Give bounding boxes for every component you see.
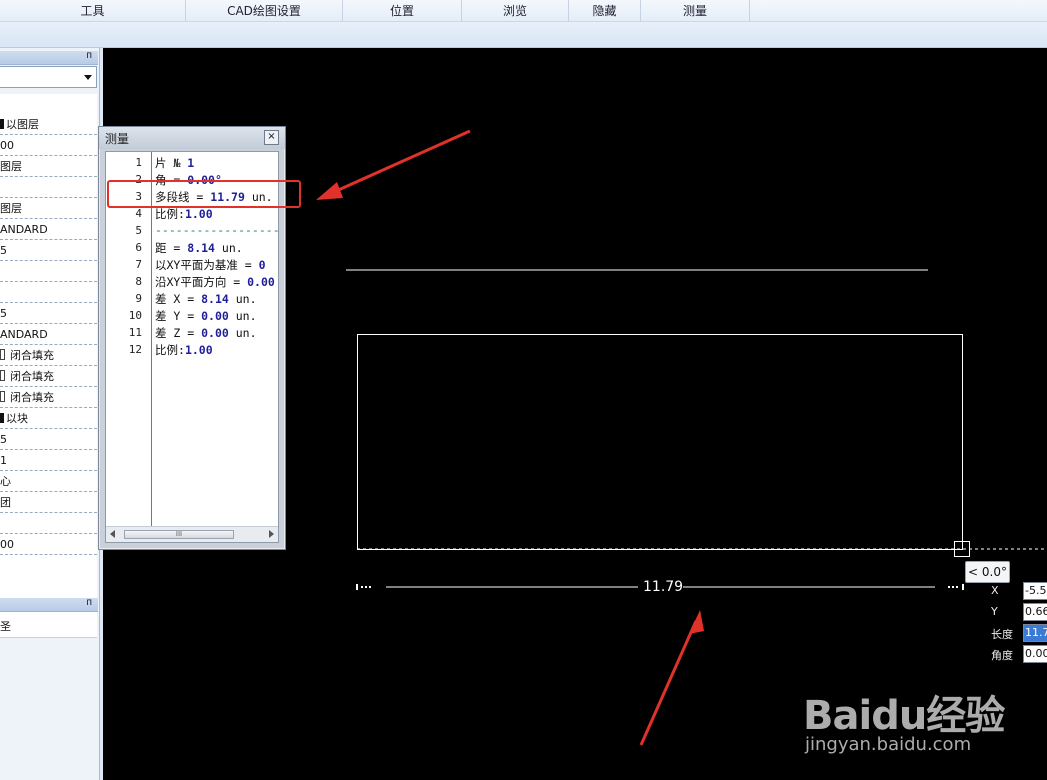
rectangle-polyline[interactable] — [357, 334, 963, 550]
result-line: 差 Z = 0.00 un. — [155, 326, 257, 340]
list-item[interactable]: 闭合填充 — [0, 387, 97, 408]
tab-tools[interactable]: 工具 — [0, 0, 186, 22]
line-number: 11 — [128, 326, 142, 339]
object-type-dropdown[interactable] — [0, 66, 97, 88]
result-line: 以XY平面为基准 = 0 — [155, 258, 266, 272]
list-item[interactable] — [0, 261, 97, 282]
list-item[interactable]: 闭合填充 — [0, 345, 97, 366]
result-line: 片 № 1 — [155, 156, 195, 170]
list-item[interactable]: 5 — [0, 429, 97, 450]
list-item[interactable]: 以块 — [0, 408, 97, 429]
coord-label-length: 长度 — [991, 628, 1013, 641]
list-item[interactable]: ANDARD — [0, 324, 97, 345]
line-number: 7 — [135, 258, 142, 271]
result-divider: ---------------------- — [155, 223, 279, 237]
list-item[interactable] — [0, 177, 97, 198]
list-item[interactable]: 1 — [0, 450, 97, 471]
list-item[interactable]: 5 — [0, 303, 97, 324]
line-number: 10 — [128, 309, 142, 322]
secondary-panel-item[interactable]: 圣 — [0, 616, 97, 638]
result-line: 比例:1.00 — [155, 207, 213, 221]
list-item[interactable] — [0, 513, 97, 534]
list-item[interactable]: ANDARD — [0, 219, 97, 240]
list-item[interactable]: 00 — [0, 135, 97, 156]
result-line: 差 Y = 0.00 un. — [155, 309, 257, 323]
line-number: 5 — [135, 224, 142, 237]
cad-application-window: 工具 CAD绘图设置 位置 浏览 隐藏 测量 ᴨ 以图层 00 图层 图层 AN… — [0, 0, 1047, 780]
properties-panel: ᴨ 以图层 00 图层 图层 ANDARD 5 5 ANDARD 闭合填充 闭合… — [0, 48, 100, 780]
line-number: 1 — [135, 156, 142, 169]
annotation-arrow-line — [639, 620, 698, 746]
scroll-right-icon[interactable] — [269, 530, 274, 538]
coord-label-angle: 角度 — [991, 649, 1013, 662]
coord-input-y[interactable]: 0.66 — [1023, 603, 1047, 621]
tab-measure[interactable]: 测量 — [641, 0, 750, 22]
line-number: 6 — [135, 241, 142, 254]
list-item[interactable]: 团 — [0, 492, 97, 513]
list-item[interactable]: 图层 — [0, 198, 97, 219]
list-item[interactable]: 以图层 — [0, 114, 97, 135]
list-item[interactable] — [0, 282, 97, 303]
measure-results-list[interactable]: 1 2 3 4 5 6 7 8 9 10 11 12 片 № 1 角 = 0.0… — [105, 151, 279, 543]
line-number: 8 — [135, 275, 142, 288]
ribbon-toolbar-strip — [0, 22, 1047, 48]
line-number-gutter: 1 2 3 4 5 6 7 8 9 10 11 12 — [106, 152, 152, 526]
annotation-arrowhead — [316, 182, 343, 200]
watermark-logo: Baidu经验 — [803, 693, 1005, 739]
tab-browse[interactable]: 浏览 — [462, 0, 569, 22]
coord-input-angle[interactable]: 0.00 — [1023, 645, 1047, 663]
chevron-down-icon[interactable] — [84, 75, 92, 80]
coord-input-x[interactable]: -5.53 — [1023, 582, 1047, 600]
measure-dialog-titlebar[interactable]: 测量 × — [99, 127, 285, 149]
list-item[interactable]: 心 — [0, 471, 97, 492]
measure-dialog-title: 测量 — [105, 132, 130, 146]
angle-tooltip: < 0.0° — [965, 561, 1010, 583]
result-line: 差 X = 8.14 un. — [155, 292, 257, 306]
watermark-url: jingyan.baidu.com — [805, 734, 972, 755]
properties-panel-header: ᴨ — [0, 50, 98, 65]
dimension-value-label: 11.79 — [643, 579, 684, 595]
close-button[interactable]: × — [264, 130, 279, 145]
secondary-panel-header: ᴨ — [0, 597, 98, 612]
properties-list: 以图层 00 图层 图层 ANDARD 5 5 ANDARD 闭合填充 闭合填充… — [0, 94, 97, 636]
result-line: 沿XY平面方向 = 0.00 — [155, 275, 275, 289]
line-number: 4 — [135, 207, 142, 220]
coord-label-y: Y — [991, 605, 998, 618]
annotation-highlight-box — [107, 180, 301, 208]
tab-hide[interactable]: 隐藏 — [569, 0, 641, 22]
line-number: 12 — [128, 343, 142, 356]
coord-label-x: X — [991, 584, 999, 597]
result-line: 比例:1.00 — [155, 343, 213, 357]
result-line: 距 = 8.14 un. — [155, 241, 243, 255]
list-item[interactable]: 5 — [0, 240, 97, 261]
pin-icon[interactable]: ᴨ — [86, 597, 92, 608]
pin-icon[interactable]: ᴨ — [86, 50, 92, 61]
list-item[interactable]: 闭合填充 — [0, 366, 97, 387]
line-number: 9 — [135, 292, 142, 305]
annotation-arrow-line — [324, 129, 471, 198]
horizontal-scrollbar[interactable]: III — [106, 526, 278, 542]
coord-input-length[interactable]: 11.79 — [1023, 624, 1047, 642]
tab-position[interactable]: 位置 — [343, 0, 462, 22]
tab-cad-drawing-settings[interactable]: CAD绘图设置 — [186, 0, 343, 22]
list-item[interactable]: 00 — [0, 534, 97, 555]
ribbon-tab-bar: 工具 CAD绘图设置 位置 浏览 隐藏 测量 — [0, 0, 1047, 22]
scroll-left-icon[interactable] — [110, 530, 115, 538]
list-item[interactable]: 图层 — [0, 156, 97, 177]
scroll-thumb[interactable]: III — [124, 530, 234, 539]
annotation-arrowhead — [689, 610, 704, 634]
